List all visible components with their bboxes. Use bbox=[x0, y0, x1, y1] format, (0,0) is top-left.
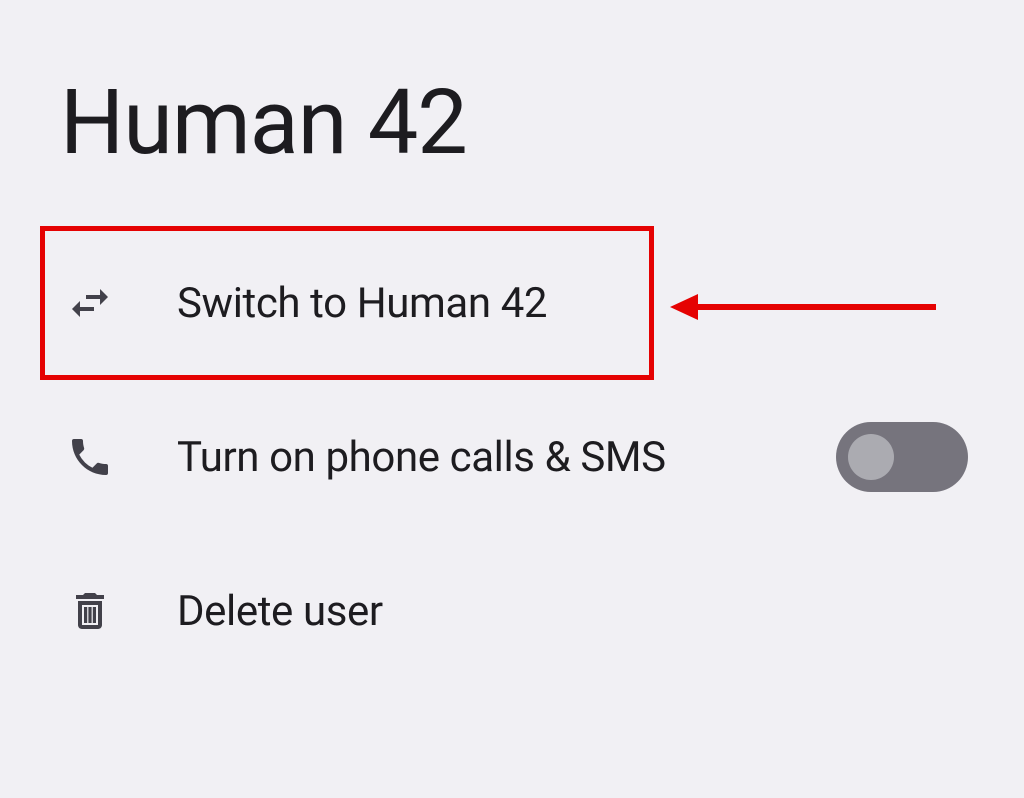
switch-user-label: Switch to Human 42 bbox=[177, 279, 968, 328]
toggle-knob bbox=[848, 434, 894, 480]
phone-sms-toggle[interactable] bbox=[836, 422, 968, 492]
delete-user-row[interactable]: Delete user bbox=[0, 534, 1024, 688]
switch-user-row[interactable]: Switch to Human 42 bbox=[0, 226, 1024, 380]
delete-user-label: Delete user bbox=[177, 587, 968, 636]
trash-icon bbox=[65, 586, 115, 636]
swap-icon bbox=[65, 278, 115, 328]
page-title: Human 42 bbox=[60, 70, 467, 175]
phone-sms-label: Turn on phone calls & SMS bbox=[177, 433, 836, 482]
phone-sms-row[interactable]: Turn on phone calls & SMS bbox=[0, 380, 1024, 534]
settings-list: Switch to Human 42 Turn on phone calls &… bbox=[0, 226, 1024, 688]
phone-icon bbox=[65, 432, 115, 482]
